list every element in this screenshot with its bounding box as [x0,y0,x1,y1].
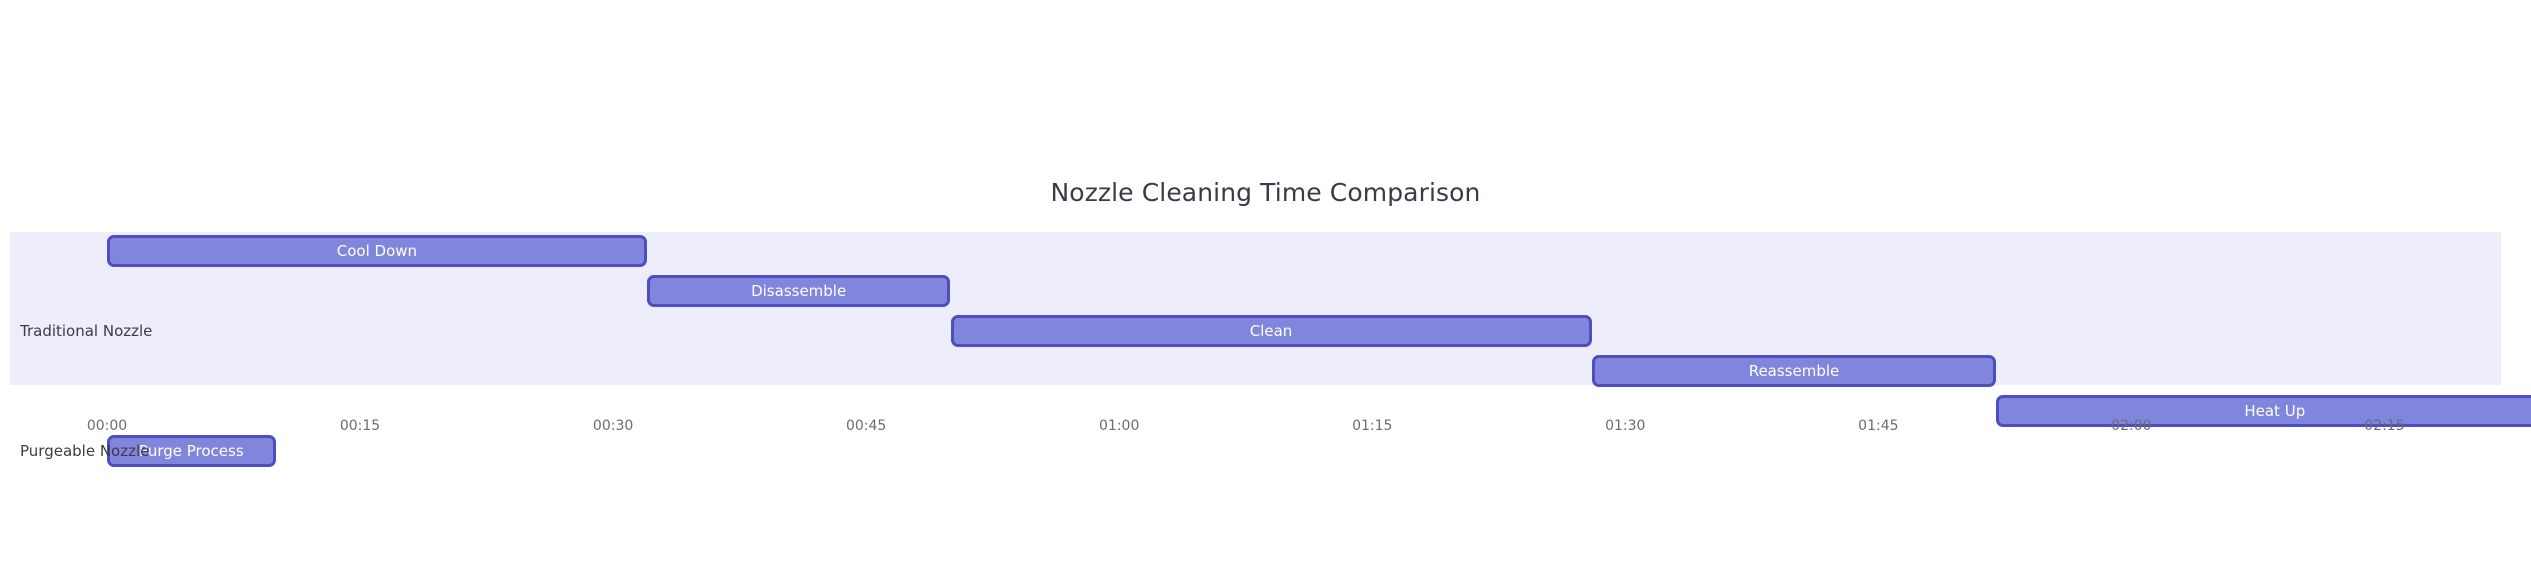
x-axis-tick-label: 01:30 [1605,418,1646,434]
gantt-bar[interactable]: Clean [950,315,1592,347]
y-axis-category-label: Purgeable Nozzle [20,442,150,460]
x-axis-tick-label: 01:00 [1099,418,1140,434]
x-axis-tick-label: 02:00 [2111,418,2152,434]
gantt-bar[interactable]: Heat Up [1996,395,2531,427]
gantt-bar[interactable]: Cool Down [107,235,647,267]
gantt-chart: Nozzle Cleaning Time Comparison Cool Dow… [0,0,2531,586]
x-axis-tick-label: 00:15 [339,418,381,434]
gantt-bar-label: Disassemble [751,281,847,300]
gantt-bar-label: Clean [1249,321,1293,340]
gantt-bar-label: Cool Down [336,241,418,260]
x-axis-tick-label: 00:00 [86,418,128,434]
gantt-bar-label: Heat Up [2244,401,2306,420]
y-axis-category-label: Traditional Nozzle [20,322,153,340]
gantt-bar-label: Reassemble [1748,361,1840,380]
gantt-bar[interactable]: Disassemble [646,275,951,307]
x-axis-tick-label: 00:45 [845,418,887,434]
x-axis-tick-label: 00:30 [592,418,634,434]
x-axis-tick-label: 01:15 [1352,418,1393,434]
plot-area: Cool Down Disassemble Clean Reassemble Heat … [0,0,2531,586]
gantt-bar[interactable]: Reassemble [1591,355,1997,387]
x-axis-tick-label: 01:45 [1858,418,1899,434]
gantt-bar-label: Purge Process [139,441,244,460]
x-axis-tick-label: 02:15 [2364,418,2405,434]
